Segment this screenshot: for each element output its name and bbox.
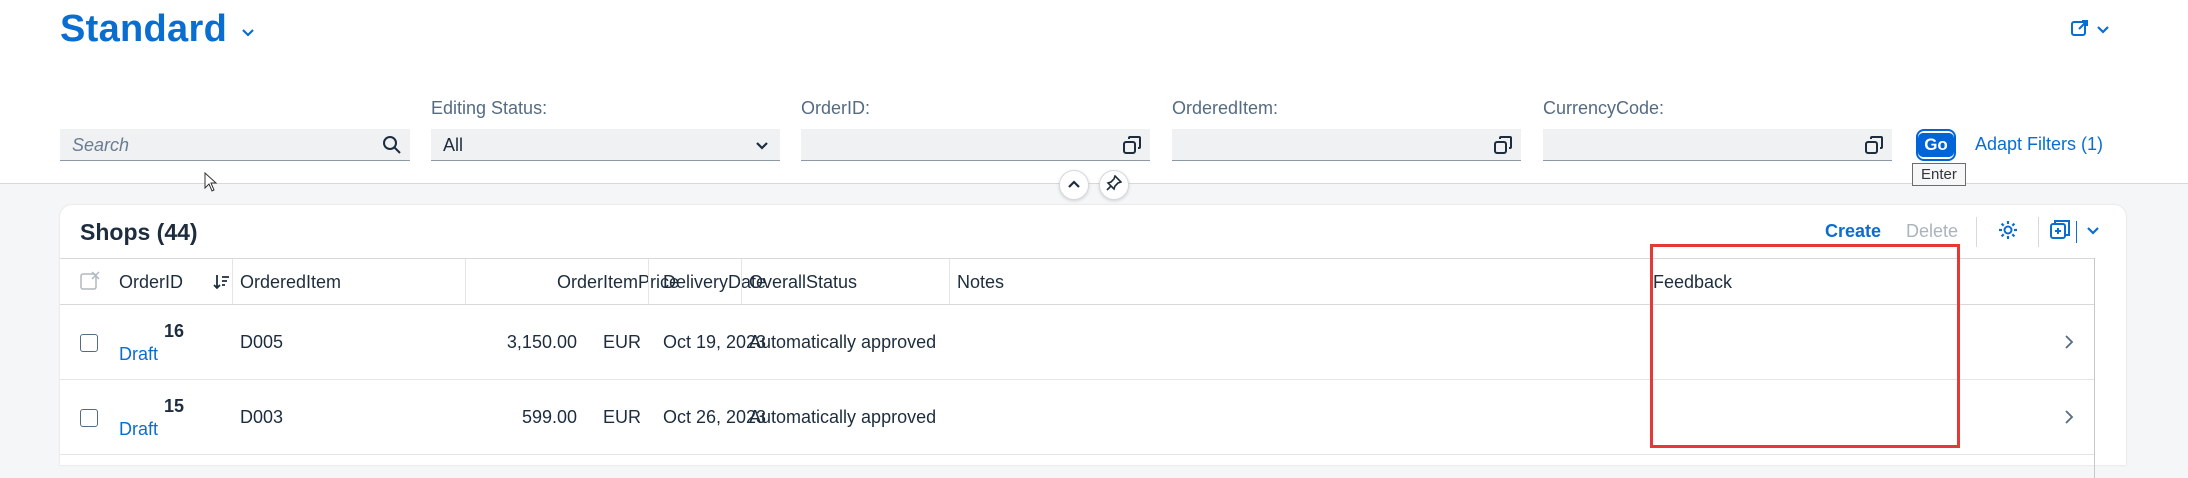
- price-value: 3,150.00: [506, 332, 577, 352]
- order-id-value: 15: [164, 396, 185, 416]
- go-button[interactable]: Go: [1916, 129, 1956, 161]
- draft-link[interactable]: Draft: [119, 344, 158, 365]
- currency-code-label: CurrencyCode:: [1543, 98, 1665, 118]
- value-help-icon[interactable]: [1493, 135, 1513, 160]
- row-navigation-icon[interactable]: [2064, 409, 2074, 430]
- toolbar-separator: [2038, 217, 2039, 247]
- search-placeholder: Search: [72, 135, 130, 155]
- order-id-field[interactable]: [801, 129, 1150, 161]
- value-help-icon[interactable]: [1864, 135, 1884, 160]
- overall-status-value: Automatically approved: [749, 332, 937, 352]
- column-header-orderitemprice[interactable]: OrderItemPrice: [557, 272, 679, 293]
- ordered-item-value: D005: [240, 332, 284, 352]
- select-all-icon[interactable]: [80, 271, 100, 296]
- price-value: 599.00: [521, 407, 577, 427]
- table-header: OrderID OrderedItem OrderItemPrice Deliv…: [60, 258, 2094, 305]
- table-title: Shops (44): [80, 219, 198, 245]
- mouse-cursor-icon: [204, 171, 218, 197]
- delete-button[interactable]: Delete: [1906, 221, 1958, 242]
- table-row[interactable]: 16 Draft D005 3,150.00 EUR Oct 19, 2023 …: [60, 305, 2094, 380]
- chevron-down-icon: [752, 135, 772, 160]
- column-header-overallstatus[interactable]: OverallStatus: [749, 272, 857, 293]
- ordered-item-label: OrderedItem:: [1172, 98, 1279, 118]
- table-row[interactable]: 15 Draft D003 599.00 EUR Oct 26, 2023 Au…: [60, 380, 2094, 455]
- chevron-down-icon: [241, 25, 255, 43]
- search-input[interactable]: Search: [60, 129, 410, 161]
- column-separator: [232, 259, 233, 304]
- chevron-down-icon[interactable]: [2086, 223, 2100, 241]
- editing-status-label: Editing Status:: [431, 98, 548, 118]
- column-separator: [741, 259, 742, 304]
- table-panel: Shops (44) Create Delete OrderID Ordered…: [60, 205, 2126, 478]
- chevron-up-icon: [1067, 176, 1081, 194]
- row-navigation-icon[interactable]: [2064, 334, 2074, 355]
- overall-status-value: Automatically approved: [749, 407, 937, 427]
- order-id-value: 16: [164, 321, 185, 341]
- currency-code-field[interactable]: [1543, 129, 1892, 161]
- variant-title: Standard: [60, 8, 228, 50]
- column-header-feedback[interactable]: Feedback: [1653, 272, 1732, 293]
- go-tooltip: Enter: [1912, 163, 1966, 186]
- filter-bar-header: Standard Search Editing Status: All Orde…: [0, 0, 2188, 186]
- pin-header-button[interactable]: [1099, 170, 1129, 200]
- column-separator: [648, 259, 649, 304]
- draft-link[interactable]: Draft: [119, 419, 158, 440]
- toolbar-separator: [1976, 217, 1977, 247]
- pin-icon: [1106, 174, 1123, 196]
- column-header-orderid[interactable]: OrderID: [119, 272, 183, 293]
- currency-value: EUR: [602, 332, 641, 352]
- row-checkbox[interactable]: [80, 409, 98, 427]
- create-button[interactable]: Create: [1825, 221, 1881, 242]
- variant-selector[interactable]: Standard: [60, 8, 255, 51]
- editing-status-select[interactable]: All: [431, 129, 780, 161]
- export-icon[interactable]: [2049, 219, 2071, 246]
- toolbar-separator: [2076, 221, 2077, 243]
- chevron-down-icon: [2096, 22, 2110, 40]
- column-header-notes[interactable]: Notes: [957, 272, 1004, 293]
- share-menu-button[interactable]: [2070, 18, 2110, 43]
- table-right-border: [2094, 258, 2095, 478]
- settings-icon[interactable]: [1997, 219, 2019, 246]
- order-id-label: OrderID:: [801, 98, 871, 118]
- value-help-icon[interactable]: [1122, 135, 1142, 160]
- collapse-header-button[interactable]: [1059, 170, 1089, 200]
- column-header-ordereditem[interactable]: OrderedItem: [240, 272, 341, 293]
- column-separator: [465, 259, 466, 304]
- ordered-item-field[interactable]: [1172, 129, 1521, 161]
- ordered-item-value: D003: [240, 407, 284, 427]
- share-icon: [2070, 18, 2090, 43]
- sort-descending-icon[interactable]: [212, 273, 230, 296]
- editing-status-value: All: [443, 135, 464, 155]
- adapt-filters-button[interactable]: Adapt Filters (1): [1975, 134, 2103, 155]
- currency-value: EUR: [602, 407, 641, 427]
- search-icon[interactable]: [382, 135, 402, 160]
- go-button-label: Go: [1918, 133, 1954, 157]
- row-checkbox[interactable]: [80, 334, 98, 352]
- column-separator: [949, 259, 950, 304]
